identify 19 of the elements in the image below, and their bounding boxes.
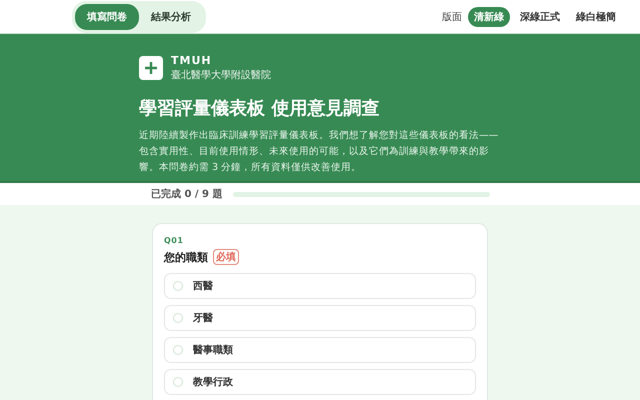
brand-name: TMUH bbox=[171, 54, 213, 67]
required-tag: 必填 bbox=[213, 249, 239, 265]
progress-label: 已完成 0 / 9 題 bbox=[151, 187, 222, 201]
brand-subtitle: 臺北醫學大學附設醫院 bbox=[171, 68, 271, 82]
answer-option[interactable]: 西醫 bbox=[164, 273, 476, 299]
question-number: Q01 bbox=[164, 236, 184, 245]
theme-label: 版面 bbox=[442, 10, 462, 24]
mode-tab[interactable]: 填寫問卷 bbox=[75, 4, 139, 30]
plus-logo-icon bbox=[139, 56, 163, 80]
theme-option[interactable]: 深綠正式 bbox=[514, 6, 566, 26]
theme-option[interactable]: 清新綠 bbox=[468, 6, 510, 26]
question-text: 您的職類 bbox=[164, 250, 208, 264]
answer-option[interactable]: 牙醫 bbox=[164, 305, 476, 331]
answer-option[interactable]: 教學行政 bbox=[164, 369, 476, 395]
intro-text: 近期陸續製作出臨床訓練學習評量儀表板。我們想了解您對這些儀表板的看法——包含實用性、目前使用情形、未來使用的可能，以及它們為訓練與教學帶來的影響。本問卷約需 3 分鐘，所有資料僅供改善使用。 bbox=[139, 129, 500, 175]
answer-option[interactable]: 醫事職類 bbox=[164, 337, 476, 363]
page-title: 學習評量儀表板 使用意見調查 bbox=[139, 97, 380, 120]
mode-tab[interactable]: 結果分析 bbox=[139, 4, 203, 30]
theme-option[interactable]: 綠白極簡 bbox=[570, 6, 622, 26]
